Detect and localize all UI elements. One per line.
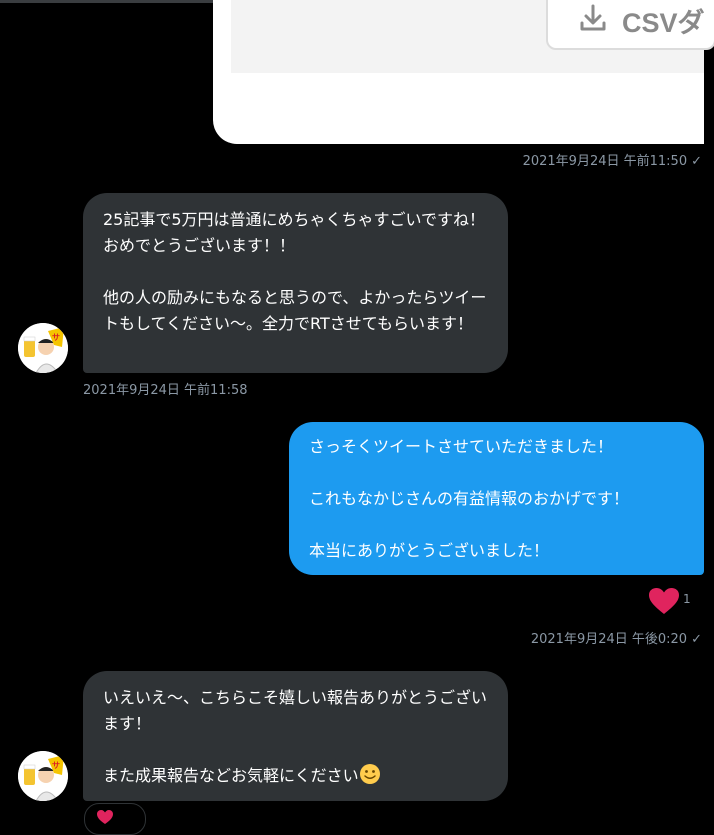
svg-text:サ: サ [52,761,60,770]
message-paragraph: 本当にありがとうございました！ [309,541,550,560]
message-timestamp: 2021年9月24日 午前11:50 ✓ [523,150,702,169]
reaction-chip[interactable] [84,803,146,835]
csv-button-label: CSVダ [622,7,705,38]
attachment-card[interactable]: CSVダ [213,0,714,144]
message-paragraph: また成果報告などお気軽にください [103,766,359,785]
timestamp-text: 2021年9月24日 午前11:50 [522,154,688,169]
check-icon: ✓ [691,632,702,647]
svg-text:サ: サ [52,333,60,342]
download-icon [578,3,608,37]
check-icon: ✓ [691,154,702,169]
message-timestamp: 2021年9月24日 午前11:58 [83,379,248,398]
timestamp-text: 2021年9月24日 午前11:58 [83,383,248,398]
timestamp-text: 2021年9月24日 午後0:20 [530,632,688,647]
outgoing-message-bubble[interactable]: さっそくツイートさせていただきました！ これもなかじさんの有益情報のおかげです！… [289,422,704,575]
message-paragraph: 他の人の励みにもなると思うので、よかったらツイートもしてください〜。全力でRTさ… [103,288,487,333]
incoming-message-bubble[interactable]: 25記事で5万円は普通にめちゃくちゃすごいですね！おめでとうございます！！ 他の… [83,193,508,373]
message-paragraph: これもなかじさんの有益情報のおかげです！ [309,489,630,508]
avatar-icon[interactable]: サ [18,323,68,373]
message-timestamp: 2021年9月24日 午後0:20 ✓ [531,628,702,647]
heart-icon[interactable] [648,587,680,619]
message-paragraph: さっそくツイートさせていただきました！ [309,437,614,456]
reaction-count: 1 [683,592,691,606]
message-paragraph: いえいえ〜、こちらこそ嬉しい報告ありがとうございます！ [103,688,488,733]
incoming-message-bubble[interactable]: いえいえ〜、こちらこそ嬉しい報告ありがとうございます！ また成果報告などお気軽に… [83,671,508,801]
slightly-smiling-face-icon [359,763,381,793]
message-paragraph: 25記事で5万円は普通にめちゃくちゃすごいですね！おめでとうございます！！ [103,210,486,255]
csv-download-button[interactable]: CSVダ [546,0,714,50]
attachment-card-body: CSVダ [231,0,714,73]
avatar-icon[interactable]: サ [18,751,68,801]
